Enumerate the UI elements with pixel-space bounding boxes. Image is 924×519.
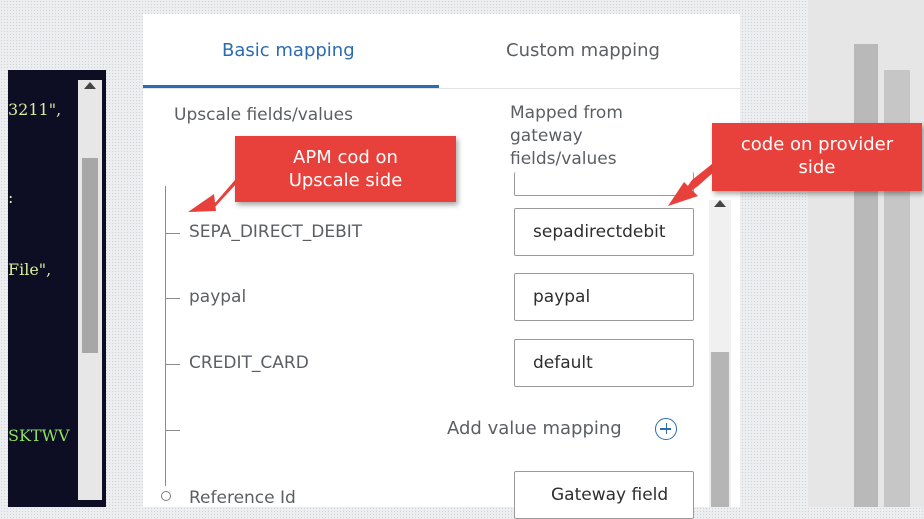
- callout-line: code on provider: [740, 134, 894, 155]
- callout-apm-code: APM cod on Upscale side: [235, 136, 456, 202]
- callout-provider-code: code on provider side: [712, 123, 922, 191]
- callout-arrows: [188, 164, 716, 212]
- callout-line: APM cod on: [293, 147, 398, 168]
- apm-callout-arrowhead: [188, 194, 216, 212]
- callout-line: Upscale side: [288, 170, 403, 191]
- callout-line: side: [798, 157, 836, 178]
